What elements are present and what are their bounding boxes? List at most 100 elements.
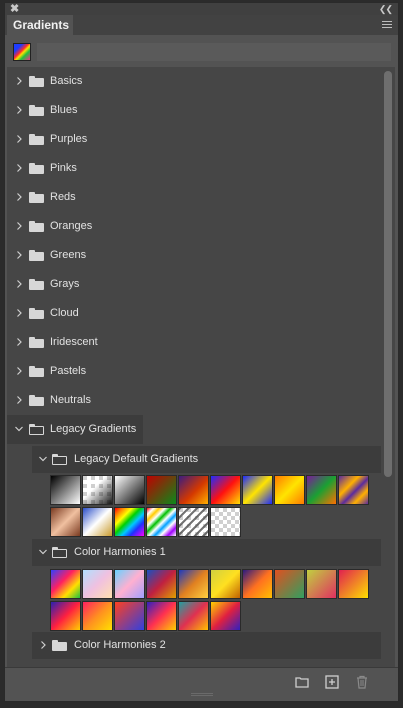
- gradient-swatch[interactable]: [306, 569, 337, 599]
- gradient-swatch[interactable]: [210, 507, 241, 537]
- chevron-right-icon[interactable]: [14, 308, 24, 318]
- gradient-swatch[interactable]: [338, 475, 369, 505]
- subfolder-label: Color Harmonies 1: [74, 546, 166, 558]
- gradient-swatch[interactable]: [210, 475, 241, 505]
- chevron-right-icon[interactable]: [14, 134, 24, 144]
- gradient-swatch[interactable]: [82, 475, 113, 505]
- folder-row[interactable]: Purples: [7, 125, 381, 154]
- folder-icon: [29, 105, 44, 116]
- folder-label: Greens: [50, 249, 87, 261]
- folder-row[interactable]: Legacy Gradients: [7, 415, 143, 444]
- new-group-icon[interactable]: [295, 675, 309, 689]
- resize-grip[interactable]: [191, 693, 213, 696]
- gradient-swatch[interactable]: [50, 601, 81, 631]
- subfolder-row[interactable]: Color Harmonies 1: [32, 539, 381, 566]
- close-icon[interactable]: ✖: [10, 3, 19, 15]
- subfolder-label: Legacy Default Gradients: [74, 453, 199, 465]
- folder-row[interactable]: Reds: [7, 183, 381, 212]
- subfolder-row[interactable]: Legacy Default Gradients: [32, 446, 381, 473]
- trash-icon[interactable]: [355, 675, 369, 689]
- folder-row[interactable]: Grays: [7, 270, 381, 299]
- gradient-swatch[interactable]: [274, 475, 305, 505]
- gradient-swatch[interactable]: [242, 475, 273, 505]
- gradient-swatch[interactable]: [146, 507, 177, 537]
- gradient-swatch[interactable]: [178, 569, 209, 599]
- chevron-right-icon[interactable]: [14, 76, 24, 86]
- folder-label: Blues: [50, 104, 78, 116]
- gradient-swatch[interactable]: [114, 475, 145, 505]
- panel-menu-icon[interactable]: [382, 21, 392, 30]
- gradient-swatch[interactable]: [82, 507, 113, 537]
- folder-label: Reds: [50, 191, 76, 203]
- gradient-swatch[interactable]: [146, 601, 177, 631]
- scrollbar-thumb[interactable]: [384, 71, 392, 477]
- gradient-swatch[interactable]: [146, 569, 177, 599]
- gradient-swatch[interactable]: [82, 601, 113, 631]
- folder-row[interactable]: Pinks: [7, 154, 381, 183]
- folder-icon: [29, 192, 44, 203]
- folder-icon: [29, 395, 44, 406]
- scrollbar[interactable]: [381, 67, 395, 667]
- chevron-right-icon[interactable]: [14, 395, 24, 405]
- chevron-right-icon[interactable]: [14, 366, 24, 376]
- gradient-swatch[interactable]: [178, 601, 209, 631]
- chevron-right-icon[interactable]: [14, 163, 24, 173]
- gradient-swatch[interactable]: [306, 475, 337, 505]
- folder-icon: [29, 337, 44, 348]
- folder-label: Neutrals: [50, 394, 91, 406]
- folder-icon: [29, 308, 44, 319]
- folder-label: Legacy Gradients: [50, 423, 137, 435]
- folder-row[interactable]: Basics: [7, 67, 381, 96]
- panel-footer: [5, 667, 398, 697]
- current-gradient-preview[interactable]: [13, 43, 31, 61]
- chevron-right-icon[interactable]: [14, 221, 24, 231]
- gradient-swatch[interactable]: [50, 475, 81, 505]
- chevron-right-icon[interactable]: [14, 192, 24, 202]
- folder-row[interactable]: Greens: [7, 241, 381, 270]
- chevron-down-icon[interactable]: [38, 547, 48, 557]
- folder-label: Pinks: [50, 162, 77, 174]
- folder-label: Basics: [50, 75, 83, 87]
- gradient-swatch[interactable]: [50, 569, 81, 599]
- chevron-down-icon[interactable]: [38, 454, 48, 464]
- folder-label: Oranges: [50, 220, 93, 232]
- gradient-swatch[interactable]: [82, 569, 113, 599]
- chevron-right-icon[interactable]: [14, 105, 24, 115]
- gradient-swatch[interactable]: [178, 507, 209, 537]
- folder-label: Grays: [50, 278, 80, 290]
- gradient-swatch[interactable]: [114, 569, 145, 599]
- folder-row[interactable]: Pastels: [7, 357, 381, 386]
- gradient-swatch[interactable]: [210, 601, 241, 631]
- folder-icon: [29, 76, 44, 87]
- folder-row[interactable]: Blues: [7, 96, 381, 125]
- folder-icon: [29, 134, 44, 145]
- folder-row[interactable]: Oranges: [7, 212, 381, 241]
- chevron-down-icon[interactable]: [14, 424, 24, 434]
- preview-strip: [37, 43, 391, 61]
- folder-row[interactable]: Iridescent: [7, 328, 381, 357]
- new-gradient-icon[interactable]: [325, 675, 339, 689]
- folder-icon: [52, 547, 67, 558]
- gradient-swatch[interactable]: [210, 569, 241, 599]
- collapse-panel-icon[interactable]: ❮❮: [379, 3, 393, 15]
- folder-icon: [29, 366, 44, 377]
- chevron-right-icon[interactable]: [14, 337, 24, 347]
- chevron-right-icon[interactable]: [38, 640, 48, 650]
- chevron-right-icon[interactable]: [14, 279, 24, 289]
- gradient-swatch[interactable]: [50, 507, 81, 537]
- gradient-swatch[interactable]: [178, 475, 209, 505]
- subfolder-row[interactable]: Color Harmonies 2: [32, 632, 381, 659]
- chevron-right-icon[interactable]: [14, 250, 24, 260]
- gradient-swatch[interactable]: [274, 569, 305, 599]
- gradients-panel: ✖ ❮❮ Gradients Basics Blues Purples Pinks Re…: [4, 2, 399, 702]
- tab-gradients[interactable]: Gradients: [7, 15, 73, 35]
- gradient-swatch[interactable]: [114, 507, 145, 537]
- subfolder-label: Color Harmonies 2: [74, 639, 166, 651]
- gradient-swatch[interactable]: [146, 475, 177, 505]
- folder-row[interactable]: Cloud: [7, 299, 381, 328]
- folder-row[interactable]: Neutrals: [7, 386, 381, 415]
- gradient-swatch[interactable]: [114, 601, 145, 631]
- gradient-swatch[interactable]: [242, 569, 273, 599]
- folder-label: Iridescent: [50, 336, 98, 348]
- gradient-swatch[interactable]: [338, 569, 369, 599]
